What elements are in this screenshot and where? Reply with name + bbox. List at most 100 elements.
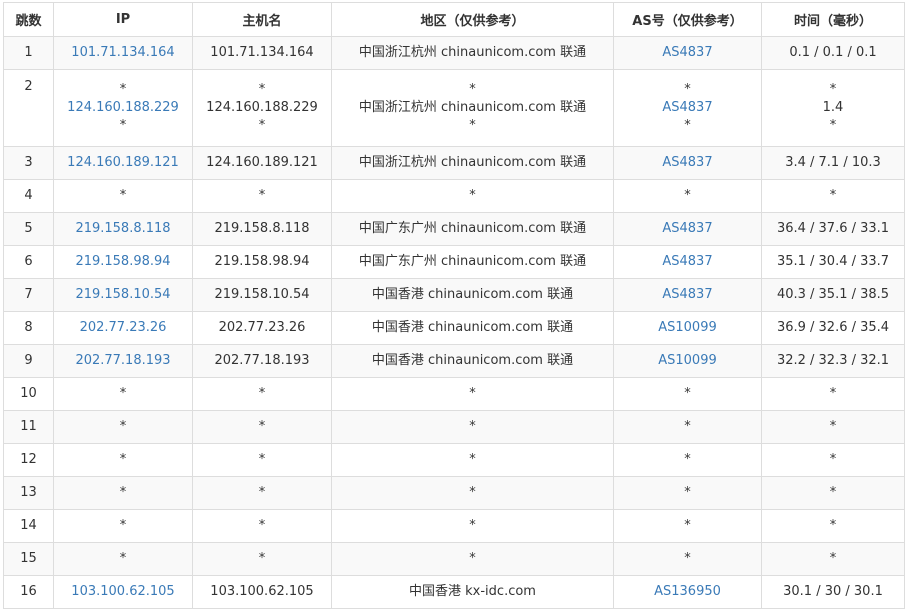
- hop-cell: 13: [3, 476, 54, 510]
- hop-cell: 7: [3, 278, 54, 312]
- region-cell: *: [331, 377, 614, 411]
- host-cell-text: *: [258, 118, 266, 133]
- host-cell-text: *: [258, 551, 266, 566]
- region-cell: 中国香港 chinaunicom.com 联通: [331, 278, 614, 312]
- time-cell-text: 36.9 / 32.6 / 35.4: [776, 320, 890, 335]
- host-cell-text: 101.71.134.164: [210, 45, 314, 60]
- as-cell-link[interactable]: AS4837: [618, 253, 757, 271]
- as-cell: * AS4837 *: [613, 69, 762, 147]
- table-row: 5 219.158.8.118 219.158.8.118 中国广东广州 chinau…: [3, 212, 905, 246]
- ip-cell-link[interactable]: 202.77.23.26: [58, 319, 188, 337]
- hop-cell: 16: [3, 575, 54, 609]
- ip-cell: *: [53, 179, 193, 213]
- as-cell: AS4837: [613, 36, 762, 70]
- ip-cell-text: *: [119, 82, 127, 97]
- header-as: AS号（仅供参考）: [613, 2, 762, 37]
- ip-cell-text: *: [119, 419, 127, 434]
- region-cell: *: [331, 443, 614, 477]
- region-cell-text: *: [469, 118, 476, 133]
- region-cell-text: 中国浙江杭州 chinaunicom.com 联通: [358, 100, 587, 115]
- ip-cell-link[interactable]: 219.158.10.54: [58, 286, 188, 304]
- header-host: 主机名: [192, 2, 332, 37]
- ip-cell: 219.158.8.118: [53, 212, 193, 246]
- table-row: 2 * 124.160.188.229 * * 124.160.188.229 * * 中国浙江…: [3, 69, 905, 147]
- time-cell: 32.2 / 32.3 / 32.1: [761, 344, 905, 378]
- time-cell: *: [761, 476, 905, 510]
- time-cell: 3.4 / 7.1 / 10.3: [761, 146, 905, 180]
- as-cell-text: *: [684, 118, 691, 133]
- host-cell: 124.160.189.121: [192, 146, 332, 180]
- host-cell: *: [192, 377, 332, 411]
- as-cell-link[interactable]: AS4837: [618, 99, 757, 117]
- ip-cell-link[interactable]: 103.100.62.105: [58, 583, 188, 601]
- table-header: 跳数 IP 主机名 地区（仅供参考） AS号（仅供参考） 时间（毫秒）: [3, 2, 905, 37]
- as-cell-text: *: [684, 518, 691, 533]
- host-cell-text: 219.158.10.54: [214, 287, 310, 302]
- as-cell-link[interactable]: AS4837: [618, 286, 757, 304]
- as-cell-link[interactable]: AS136950: [618, 583, 757, 601]
- as-cell-text: *: [684, 452, 691, 467]
- time-cell: 36.4 / 37.6 / 33.1: [761, 212, 905, 246]
- as-cell: AS136950: [613, 575, 762, 609]
- region-cell-text: 中国浙江杭州 chinaunicom.com 联通: [358, 45, 587, 60]
- region-cell: *: [331, 179, 614, 213]
- region-cell-text: *: [469, 386, 476, 401]
- ip-cell: 219.158.98.94: [53, 245, 193, 279]
- host-cell: *: [192, 410, 332, 444]
- ip-cell: 124.160.189.121: [53, 146, 193, 180]
- table-row: 3 124.160.189.121 124.160.189.121 中国浙江杭州 ch…: [3, 146, 905, 180]
- as-cell-link[interactable]: AS4837: [618, 154, 757, 172]
- ip-cell: *: [53, 476, 193, 510]
- ip-cell: * 124.160.188.229 *: [53, 69, 193, 147]
- as-cell: *: [613, 377, 762, 411]
- ip-cell-link[interactable]: 124.160.189.121: [58, 154, 188, 172]
- region-cell: *: [331, 410, 614, 444]
- ip-cell: 202.77.23.26: [53, 311, 193, 345]
- hop-cell: 12: [3, 443, 54, 477]
- ip-cell-text: *: [119, 118, 127, 133]
- ip-cell-text: *: [119, 386, 127, 401]
- as-cell-text: *: [684, 188, 691, 203]
- time-cell-text: *: [829, 118, 837, 133]
- header-time: 时间（毫秒）: [761, 2, 905, 37]
- hop-cell: 2: [3, 69, 54, 147]
- table-row: 6 219.158.98.94 219.158.98.94 中国广东广州 chinau…: [3, 245, 905, 279]
- as-cell-link[interactable]: AS10099: [618, 319, 757, 337]
- table-row: 8 202.77.23.26 202.77.23.26 中国香港 chinaunico…: [3, 311, 905, 345]
- ip-cell-link[interactable]: 124.160.188.229: [58, 99, 188, 117]
- as-cell-text: *: [684, 551, 691, 566]
- as-cell: *: [613, 509, 762, 543]
- host-cell-text: *: [258, 386, 266, 401]
- hop-cell: 11: [3, 410, 54, 444]
- region-cell: 中国香港 chinaunicom.com 联通: [331, 344, 614, 378]
- as-cell-link[interactable]: AS4837: [618, 44, 757, 62]
- ip-cell: *: [53, 443, 193, 477]
- as-cell: AS10099: [613, 311, 762, 345]
- as-cell-link[interactable]: AS4837: [618, 220, 757, 238]
- host-cell: *: [192, 542, 332, 576]
- as-cell-link[interactable]: AS10099: [618, 352, 757, 370]
- time-cell-text: *: [829, 518, 837, 533]
- as-cell-text: *: [684, 82, 691, 97]
- ip-cell-link[interactable]: 202.77.18.193: [58, 352, 188, 370]
- region-cell-text: 中国香港 chinaunicom.com 联通: [371, 353, 574, 368]
- time-cell: 35.1 / 30.4 / 33.7: [761, 245, 905, 279]
- as-cell: *: [613, 443, 762, 477]
- time-cell-text: *: [829, 485, 837, 500]
- region-cell-text: 中国香港 chinaunicom.com 联通: [371, 287, 574, 302]
- time-cell-text: *: [829, 452, 837, 467]
- time-cell-text: 35.1 / 30.4 / 33.7: [776, 254, 890, 269]
- region-cell-text: 中国香港 chinaunicom.com 联通: [371, 320, 574, 335]
- time-cell: *: [761, 179, 905, 213]
- time-cell: *: [761, 410, 905, 444]
- table-body: 1 101.71.134.164 101.71.134.164 中国浙江杭州 chin…: [3, 36, 905, 609]
- ip-cell-text: *: [119, 551, 127, 566]
- time-cell-text: 32.2 / 32.3 / 32.1: [776, 353, 890, 368]
- time-cell: *: [761, 509, 905, 543]
- host-cell-text: *: [258, 188, 266, 203]
- ip-cell-link[interactable]: 219.158.98.94: [58, 253, 188, 271]
- as-cell-text: *: [684, 386, 691, 401]
- ip-cell-link[interactable]: 101.71.134.164: [58, 44, 188, 62]
- ip-cell-link[interactable]: 219.158.8.118: [58, 220, 188, 238]
- host-cell: *: [192, 509, 332, 543]
